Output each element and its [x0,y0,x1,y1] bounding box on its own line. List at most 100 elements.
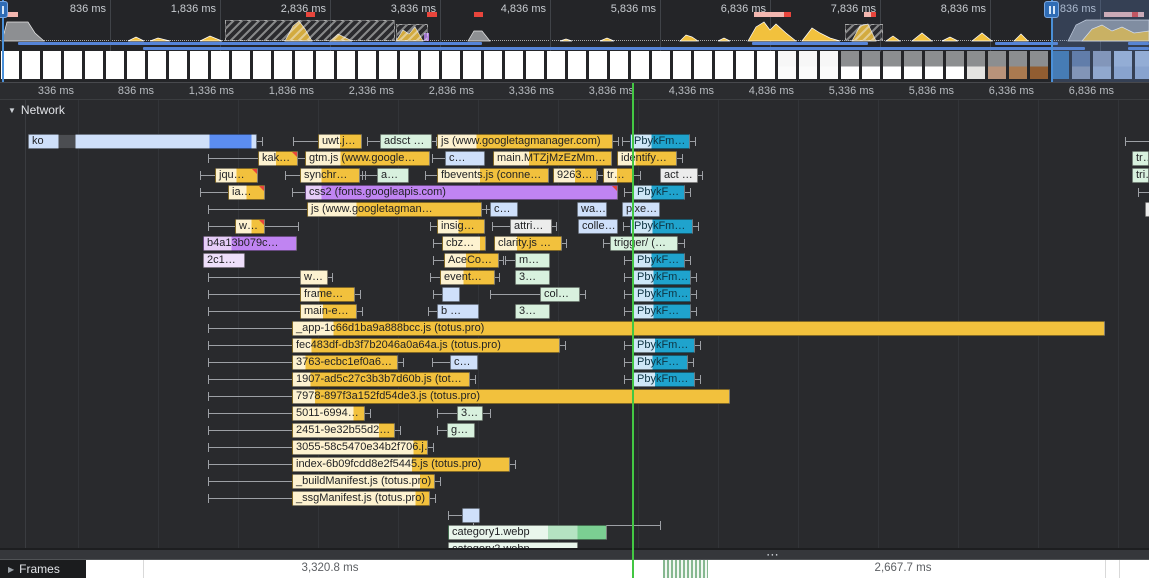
network-request-bar[interactable]: PbykFm… [633,338,695,353]
network-request-bar[interactable]: _app-1c66d1ba9a888bcc.js (totus.pro) [292,321,1105,336]
pane-divider[interactable]: ⋯ [0,548,1149,560]
frames-section-header[interactable]: ▶Frames [8,562,60,576]
network-request-bar[interactable]: insig… [437,219,485,234]
network-request-bar[interactable]: m… [515,253,550,268]
network-request-bar[interactable]: identify… [617,151,677,166]
network-request-bar[interactable]: 3… [515,270,550,285]
filmstrip-frame[interactable] [568,51,586,79]
network-section-header[interactable]: ▼Network [8,103,65,117]
filmstrip-frame[interactable] [127,51,145,79]
filmstrip-frame[interactable] [148,51,166,79]
network-request-bar[interactable]: _buildManifest.js (totus.pro) [292,474,435,489]
network-request-bar[interactable]: col… [540,287,580,302]
network-request-bar[interactable]: main-e… [300,304,357,319]
filmstrip-frame[interactable] [253,51,271,79]
filmstrip-frame[interactable] [841,51,859,79]
network-request-bar[interactable]: kak… [258,151,298,166]
filmstrip-frame[interactable] [673,51,691,79]
filmstrip-frame[interactable] [778,51,796,79]
network-request-bar[interactable]: PbykF… [633,355,688,370]
network-request-bar[interactable]: frame… [300,287,355,302]
network-request-bar[interactable]: wa… [577,202,607,217]
filmstrip-frame[interactable] [547,51,565,79]
network-request-bar[interactable]: 1907-ad5c27c3b3b7d60b.js (tot… [292,372,470,387]
timeline-overview[interactable]: 836 ms1,836 ms2,836 ms3,836 ms4,836 ms5,… [0,0,1149,82]
filmstrip-frame[interactable] [190,51,208,79]
filmstrip-frame[interactable] [1030,51,1048,79]
network-request-bar[interactable]: _ssgManifest.js (totus.pro) [292,491,430,506]
network-request-bar[interactable]: PbykF… [633,185,685,200]
network-request-bar[interactable]: index-6b09fcdd8e2f5445.js (totus.pro) [292,457,510,472]
filmstrip-frame[interactable] [862,51,880,79]
filmstrip-frame[interactable] [106,51,124,79]
network-request-bar[interactable]: PbykFm… [630,219,693,234]
filmstrip-frame[interactable] [421,51,439,79]
network-request-bar[interactable]: gtm.js (www.google… [305,151,430,166]
network-request-bar[interactable]: 9263… [553,168,597,183]
network-request-bar[interactable]: 2c1… [203,253,245,268]
filmstrip-frame[interactable] [988,51,1006,79]
filmstrip-frame[interactable] [589,51,607,79]
filmstrip-frame[interactable] [85,51,103,79]
network-request-bar[interactable] [442,287,460,302]
network-request-bar[interactable]: attri… [510,219,552,234]
network-request-bar[interactable]: cbz… [442,236,486,251]
network-request-bar[interactable]: ia… [228,185,265,200]
network-request-bar[interactable] [462,508,480,523]
filmstrip-frame[interactable] [820,51,838,79]
network-request-bar[interactable]: PbykFm… [633,287,691,302]
network-request-bar[interactable]: tr… [603,168,634,183]
network-request-bar[interactable]: PbykF… [633,253,685,268]
network-request-bar[interactable]: PbykFm… [633,270,691,285]
network-request-bar[interactable]: AceCo… [444,253,499,268]
network-request-bar[interactable]: fec483df-db3f7b2046a0a64a.js (totus.pro) [292,338,560,353]
network-request-bar[interactable]: PbykFm… [630,134,690,149]
filmstrip-frame[interactable] [505,51,523,79]
filmstrip-frame[interactable] [1009,51,1027,79]
filmstrip-frame[interactable] [694,51,712,79]
network-request-bar[interactable]: 3055-58c5470e34b2f706.j… [292,440,428,455]
network-request-bar[interactable]: w… [235,219,265,234]
filmstrip-frame[interactable] [169,51,187,79]
filmstrip-frame[interactable] [715,51,733,79]
filmstrip-frame[interactable] [232,51,250,79]
network-request-bar[interactable]: act … [660,168,698,183]
network-request-bar[interactable]: tri… [1132,168,1149,183]
network-request-bar[interactable]: clarity.js … [494,236,562,251]
network-request-bar[interactable]: c… [450,355,478,370]
filmstrip-frame[interactable] [883,51,901,79]
filmstrip-frame[interactable] [22,51,40,79]
network-request-bar[interactable]: ko [28,134,257,149]
network-request-bar[interactable]: css2 (fonts.googleapis.com) [305,185,618,200]
filmstrip-frame[interactable] [946,51,964,79]
network-request-bar[interactable]: js (www.googletagman… [307,202,482,217]
network-request-bar[interactable]: a… [377,168,409,183]
network-request-bar[interactable]: fbevents.js (conne… [437,168,549,183]
network-request-bar[interactable]: PbykF… [633,304,691,319]
filmstrip-frame[interactable] [967,51,985,79]
filmstrip-frame[interactable] [799,51,817,79]
filmstrip-frame[interactable] [757,51,775,79]
network-request-bar[interactable]: 5011-6994… [292,406,365,421]
network-request-bar[interactable]: 3… [515,304,550,319]
network-request-bar[interactable]: w… [300,270,328,285]
filmstrip-frame[interactable] [337,51,355,79]
filmstrip-frame[interactable] [736,51,754,79]
network-request-bar[interactable]: PbykFm… [633,372,695,387]
network-request-bar[interactable]: 7978-897f3a152fd54de3.js (totus.pro) [292,389,730,404]
overview-selection-grip-right[interactable] [1044,1,1059,18]
filmstrip-frame[interactable] [463,51,481,79]
network-request-bar[interactable]: jqu… [215,168,258,183]
filmstrip-frame[interactable] [316,51,334,79]
network-request-bar[interactable]: synchr… [300,168,360,183]
filmstrip-frame[interactable] [211,51,229,79]
frames-strip[interactable] [86,560,1149,578]
filmstrip-frame[interactable] [400,51,418,79]
filmstrip-frame[interactable] [925,51,943,79]
network-request-bar[interactable]: uwt.j… [318,134,362,149]
network-request-bar[interactable]: b4a13b079c… [203,236,297,251]
filmstrip-frame[interactable] [379,51,397,79]
filmstrip-frame[interactable] [358,51,376,79]
overview-selection-grip-left[interactable] [0,1,8,18]
network-request-bar[interactable]: trigger/ (… [610,236,678,251]
